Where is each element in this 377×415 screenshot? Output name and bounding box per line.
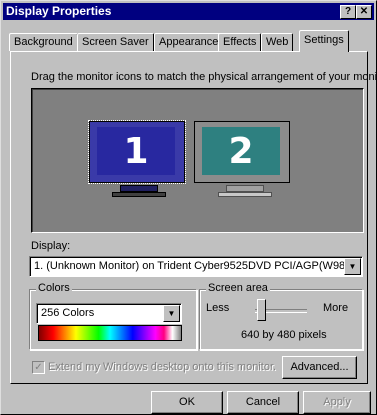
tab-settings[interactable]: Settings: [299, 30, 349, 52]
chevron-down-icon[interactable]: ▼: [344, 258, 361, 275]
tab-effects[interactable]: Effects: [218, 33, 262, 51]
tab-web[interactable]: Web: [261, 33, 294, 51]
display-label: Display:: [31, 240, 71, 252]
monitor-arrangement-area: 1 2: [31, 88, 364, 233]
monitor-1-stand: [120, 185, 158, 192]
display-value: 1. (Unknown Monitor) on Trident Cyber952…: [34, 260, 349, 272]
screen-area-group-title: Screen area: [206, 282, 270, 294]
extend-desktop-label: Extend my Windows desktop onto this moni…: [48, 361, 277, 373]
cancel-button[interactable]: Cancel: [227, 391, 299, 414]
color-palette-preview: [38, 325, 182, 341]
tab-screen-saver[interactable]: Screen Saver: [77, 33, 154, 51]
colors-group-title: Colors: [36, 282, 72, 294]
ok-button[interactable]: OK: [151, 391, 223, 414]
chevron-down-icon[interactable]: ▼: [163, 305, 180, 322]
window-title: Display Properties: [6, 4, 112, 18]
screen-more-label: More: [323, 302, 349, 314]
monitor-2-screen: 2: [202, 127, 280, 175]
screen-resolution: 640 by 480 pixels: [241, 329, 327, 341]
help-button[interactable]: ?: [340, 5, 356, 19]
arrangement-instruction: Drag the monitor icons to match the phys…: [31, 71, 377, 83]
monitor-2[interactable]: 2: [194, 121, 290, 183]
screen-less-label: Less: [206, 302, 230, 314]
close-button[interactable]: ✕: [356, 5, 372, 19]
tab-background[interactable]: Background: [9, 33, 78, 51]
monitor-2-base: [218, 192, 272, 197]
tab-appearance[interactable]: Appearance: [154, 33, 224, 51]
screen-area-slider-thumb[interactable]: [257, 299, 266, 321]
monitor-1-base: [112, 192, 166, 197]
monitor-1-screen: 1: [97, 127, 175, 175]
display-dropdown[interactable]: 1. (Unknown Monitor) on Trident Cyber952…: [29, 256, 363, 277]
title-bar[interactable]: Display Properties ? ✕: [3, 3, 374, 20]
apply-button[interactable]: Apply: [303, 391, 371, 414]
monitor-2-stand: [226, 185, 264, 192]
colors-dropdown[interactable]: 256 Colors ▼: [36, 303, 182, 324]
monitor-1-number: 1: [123, 131, 149, 172]
monitor-2-number: 2: [228, 131, 254, 172]
colors-value: 256 Colors: [41, 307, 95, 319]
monitor-1[interactable]: 1: [88, 120, 186, 184]
advanced-button[interactable]: Advanced...: [282, 356, 357, 379]
extend-desktop-checkbox[interactable]: ✓: [32, 361, 45, 374]
